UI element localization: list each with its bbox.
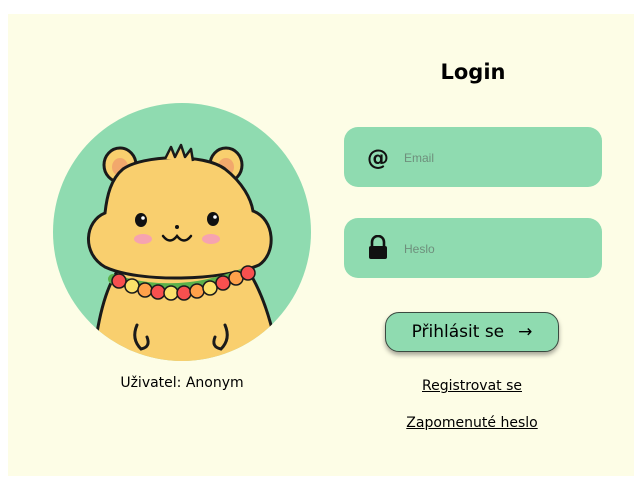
register-link[interactable]: Registrovat se — [388, 378, 556, 394]
email-input[interactable] — [402, 145, 586, 171]
forgot-password-link[interactable]: Zapomenuté heslo — [388, 415, 556, 431]
login-button-label: Přihlásit se — [411, 322, 505, 342]
avatar — [53, 103, 311, 361]
email-field[interactable]: @ — [344, 127, 602, 187]
user-label: Uživatel: Anonym — [120, 375, 244, 391]
password-input[interactable] — [402, 236, 586, 262]
password-field[interactable] — [344, 218, 602, 278]
svg-text:@: @ — [367, 146, 389, 170]
login-page: Uživatel: Anonym Login @ Přihlásit se → … — [8, 14, 634, 476]
at-sign-icon: @ — [366, 144, 390, 171]
arrow-right-icon: → — [518, 322, 533, 342]
lock-icon — [366, 234, 390, 261]
hamster-avatar-image — [53, 103, 311, 361]
login-button[interactable]: Přihlásit se → — [385, 312, 559, 352]
login-title: Login — [440, 60, 506, 84]
